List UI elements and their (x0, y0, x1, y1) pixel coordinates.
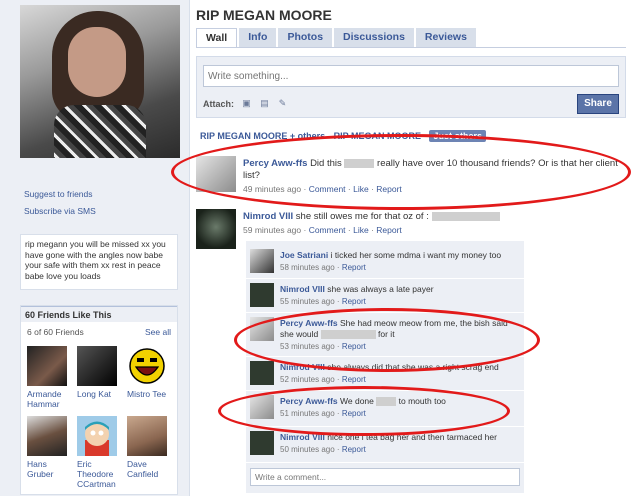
comment-body: Joe Satriani i ticked her some mdma i wa… (280, 250, 502, 272)
tab-reviews[interactable]: Reviews (415, 28, 476, 48)
comment-avatar[interactable] (250, 283, 274, 307)
highlight-ring (234, 308, 540, 372)
post-content: Nimrod VIII she still owes me for that o… (243, 211, 628, 235)
post-text: Nimrod VIII she still owes me for that o… (243, 211, 628, 223)
friends-box: 60 Friends Like This 6 of 60 Friends See… (20, 305, 178, 495)
friend-tile[interactable]: Eric Theodore CCartman (77, 416, 121, 489)
comment-link[interactable]: Comment (309, 225, 346, 235)
page-bio: rip megann you will be missed xx you hav… (20, 234, 178, 290)
friend-tile[interactable]: Long Kat (77, 346, 121, 399)
write-comment-input[interactable]: Write a comment... (250, 468, 520, 486)
comment-text: i ticked her some mdma i want my money t… (330, 250, 502, 260)
friend-name: Long Kat (77, 389, 112, 399)
report-link[interactable]: Report (342, 263, 366, 272)
friend-avatar (127, 346, 167, 386)
comment-time: 58 minutes ago (280, 263, 335, 272)
report-link[interactable]: Report (342, 297, 366, 306)
report-link[interactable]: Report (376, 225, 402, 235)
report-link[interactable]: Report (342, 445, 366, 454)
tab-info[interactable]: Info (239, 28, 277, 48)
see-all-link[interactable]: See all (145, 327, 171, 337)
comment-avatar[interactable] (250, 361, 274, 385)
friend-avatar (127, 416, 167, 456)
friend-name: Hans Gruber (27, 459, 54, 479)
page-title: RIP MEGAN MOORE (196, 7, 332, 23)
suggest-to-friends-link[interactable]: Suggest to friends (24, 189, 93, 199)
friend-name: Dave Canfield (127, 459, 159, 479)
write-something-input[interactable] (203, 65, 619, 87)
like-link[interactable]: Like (353, 225, 369, 235)
cartoon-character-icon (85, 421, 109, 456)
attach-label: Attach: (203, 99, 234, 109)
highlight-ring (171, 134, 631, 210)
friend-name: Armande Hammar (27, 389, 62, 409)
friends-count: 6 of 60 Friends (27, 327, 84, 337)
highlight-ring (218, 386, 510, 436)
friends-box-title: 60 Friends Like This (21, 306, 177, 322)
subscribe-sms-link[interactable]: Subscribe via SMS (24, 206, 96, 216)
redacted-block (431, 211, 500, 221)
friend-tile[interactable]: Hans Gruber (27, 416, 71, 479)
post-text-part: she still owes me for that oz of : (295, 211, 429, 222)
tab-bar: Wall Info Photos Discussions Reviews (196, 28, 478, 48)
comment-avatar[interactable] (250, 431, 274, 455)
comment: Joe Satriani i ticked her some mdma i wa… (246, 245, 524, 279)
video-attach-icon[interactable]: ▤ (259, 98, 270, 109)
tab-discussions[interactable]: Discussions (334, 28, 414, 48)
comment-body: Nimrod VIII she was always a late payer … (280, 284, 434, 306)
post-time: 59 minutes ago (243, 225, 302, 235)
left-sidebar: Suggest to friends Subscribe via SMS rip… (0, 0, 190, 496)
comment-time: 55 minutes ago (280, 297, 335, 306)
comment-time: 52 minutes ago (280, 375, 335, 384)
comment-author[interactable]: Nimrod VIII (280, 284, 325, 294)
profile-photo-clothing (54, 105, 146, 158)
friend-avatar (77, 346, 117, 386)
friend-avatar (27, 346, 67, 386)
comment-time: 50 minutes ago (280, 445, 335, 454)
post-author[interactable]: Nimrod VIII (243, 211, 293, 222)
tab-wall[interactable]: Wall (196, 28, 238, 48)
friend-name: Eric Theodore CCartman (77, 459, 116, 489)
comment-body: Nimrod VIII nice one i tea bag her and t… (280, 432, 497, 454)
share-button[interactable]: Share (577, 94, 619, 114)
post-meta: 59 minutes ago · Comment · Like · Report (243, 225, 402, 235)
profile-photo-face (68, 27, 126, 97)
post-avatar[interactable] (196, 209, 236, 249)
link-attach-icon[interactable]: ✎ (277, 98, 288, 109)
friend-avatar (27, 416, 67, 456)
comment-author[interactable]: Joe Satriani (280, 250, 328, 260)
wall-composer: Attach: ▣ ▤ ✎ Share (196, 56, 626, 118)
comment-text: she was always a late payer (327, 284, 434, 294)
friend-tile[interactable]: Dave Canfield (127, 416, 171, 479)
friend-avatar (77, 416, 117, 456)
profile-photo[interactable] (20, 5, 180, 158)
friend-tile[interactable]: Armande Hammar (27, 346, 71, 409)
comment-avatar[interactable] (250, 249, 274, 273)
report-link[interactable]: Report (342, 375, 366, 384)
photo-attach-icon[interactable]: ▣ (241, 98, 252, 109)
smiley-face-icon (129, 348, 165, 384)
friend-name: Mistro Tee (127, 389, 167, 399)
tab-photos[interactable]: Photos (278, 28, 333, 48)
friend-tile[interactable]: Mistro Tee (127, 346, 171, 399)
tab-divider (196, 47, 626, 48)
